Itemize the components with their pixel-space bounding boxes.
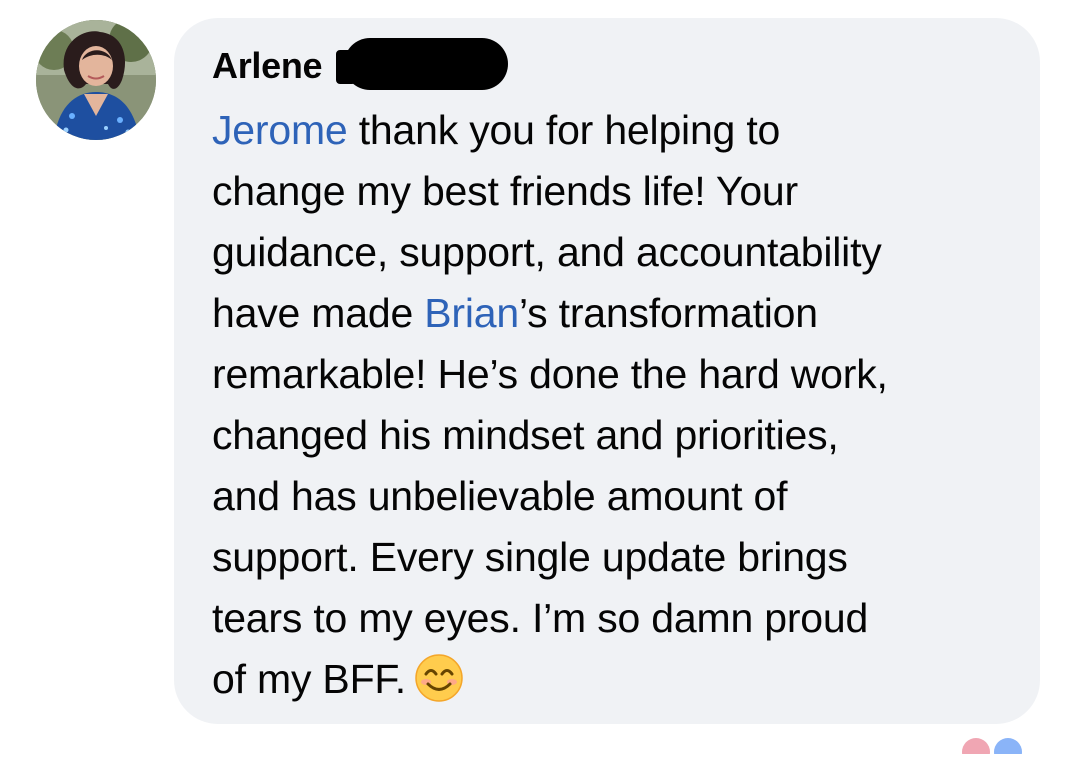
reaction-icon (962, 738, 1022, 759)
mention-link[interactable]: Jerome (212, 107, 348, 153)
reaction-icons[interactable] (956, 734, 1026, 759)
comment-text-segment: change my best friends life! Your (212, 168, 798, 214)
avatar[interactable] (36, 20, 156, 140)
comment-text-segment: changed his mindset and priorities, (212, 412, 839, 458)
mention-link[interactable]: Brian (424, 290, 519, 336)
comment-text-segment: and has unbelievable amount of (212, 473, 788, 519)
smiling-face-emoji-icon (415, 654, 463, 702)
comment-line: Jerome thank you for helping to (212, 100, 1032, 161)
comment-line: support. Every single update brings (212, 527, 1032, 588)
comment-text: Jerome thank you for helping to change my… (212, 100, 1032, 710)
comment-line: and has unbelievable amount of (212, 466, 1032, 527)
name-redaction-mark (344, 38, 508, 90)
comment-line: have made Brian’s transformation (212, 283, 1032, 344)
comment-text-segment: of my BFF. (212, 656, 406, 702)
comment-text-segment: support. Every single update brings (212, 534, 848, 580)
comment-line: of my BFF. (212, 649, 1032, 710)
comment-text-segment: tears to my eyes. I’m so damn proud (212, 595, 869, 641)
comment-text-segment: thank you for helping to (347, 107, 781, 153)
comment-text-segment: ’s transformation (518, 290, 818, 336)
comment-line: guidance, support, and accountability (212, 222, 1032, 283)
comment-line: change my best friends life! Your (212, 161, 1032, 222)
comment-author-name[interactable]: Arlene (212, 44, 323, 88)
comment-line: tears to my eyes. I’m so damn proud (212, 588, 1032, 649)
comment-text-segment: have made (212, 290, 425, 336)
profile-photo (36, 20, 156, 140)
comment-line: remarkable! He’s done the hard work, (212, 344, 1032, 405)
comment-line: changed his mindset and priorities, (212, 405, 1032, 466)
comment-text-segment: remarkable! He’s done the hard work, (212, 351, 888, 397)
comment-text-segment: guidance, support, and accountability (212, 229, 882, 275)
